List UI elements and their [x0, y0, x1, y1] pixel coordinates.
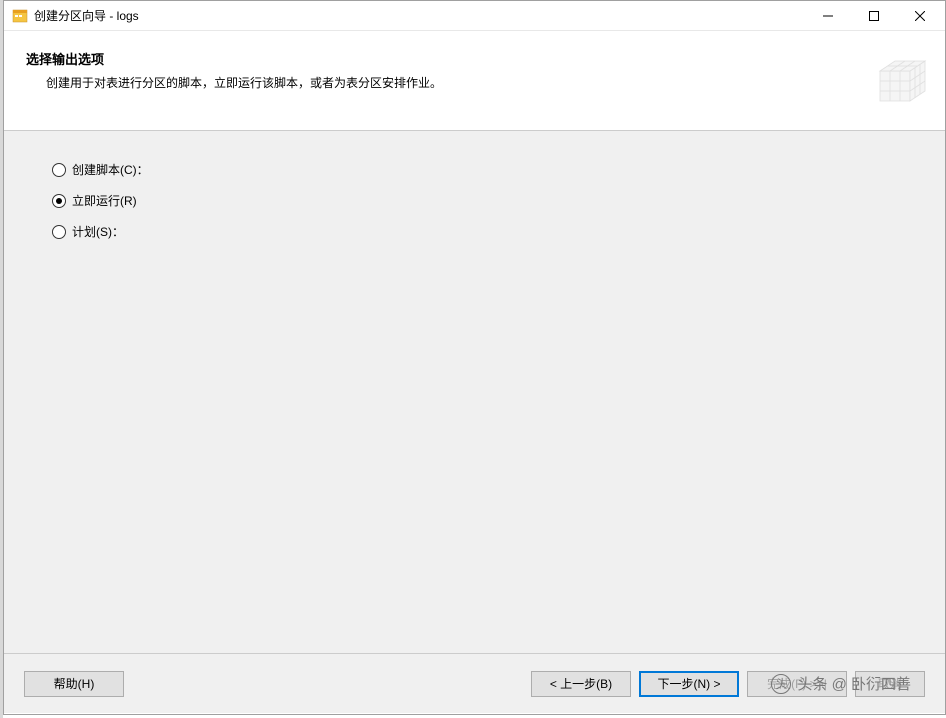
output-options-group: 创建脚本(C)： 立即运行(R) 计划(S)：	[52, 161, 897, 240]
radio-label: 立即运行(R)	[72, 192, 137, 209]
next-button[interactable]: 下一步(N) >	[639, 671, 739, 697]
radio-run-now[interactable]: 立即运行(R)	[52, 192, 897, 209]
radio-icon	[52, 225, 66, 239]
window-title: 创建分区向导 - logs	[34, 7, 805, 24]
back-button[interactable]: < 上一步(B)	[531, 671, 631, 697]
titlebar: 创建分区向导 - logs	[4, 1, 945, 31]
maximize-button[interactable]	[851, 1, 897, 30]
radio-label: 计划(S)：	[72, 223, 124, 240]
app-icon	[12, 8, 28, 24]
content-area: 创建脚本(C)： 立即运行(R) 计划(S)：	[4, 131, 945, 653]
help-button[interactable]: 帮助(H)	[24, 671, 124, 697]
close-button[interactable]	[897, 1, 943, 30]
page-title: 选择输出选项	[26, 49, 923, 68]
radio-icon	[52, 163, 66, 177]
radio-label: 创建脚本(C)：	[72, 161, 149, 178]
page-subtitle: 创建用于对表进行分区的脚本，立即运行该脚本，或者为表分区安排作业。	[46, 74, 923, 91]
wizard-window: 创建分区向导 - logs 选择输出选项 创建用于对表进行分区的脚本，立即运行该…	[3, 0, 946, 715]
wizard-footer: 帮助(H) < 上一步(B) 下一步(N) > 完成(F) >>| 取消	[4, 653, 945, 713]
window-controls	[805, 1, 943, 30]
radio-create-script[interactable]: 创建脚本(C)：	[52, 161, 897, 178]
wizard-header: 选择输出选项 创建用于对表进行分区的脚本，立即运行该脚本，或者为表分区安排作业。	[4, 31, 945, 131]
minimize-button[interactable]	[805, 1, 851, 30]
radio-icon	[52, 194, 66, 208]
header-graphic-icon	[870, 51, 935, 121]
finish-button[interactable]: 完成(F) >>|	[747, 671, 847, 697]
cancel-button[interactable]: 取消	[855, 671, 925, 697]
radio-schedule[interactable]: 计划(S)：	[52, 223, 897, 240]
